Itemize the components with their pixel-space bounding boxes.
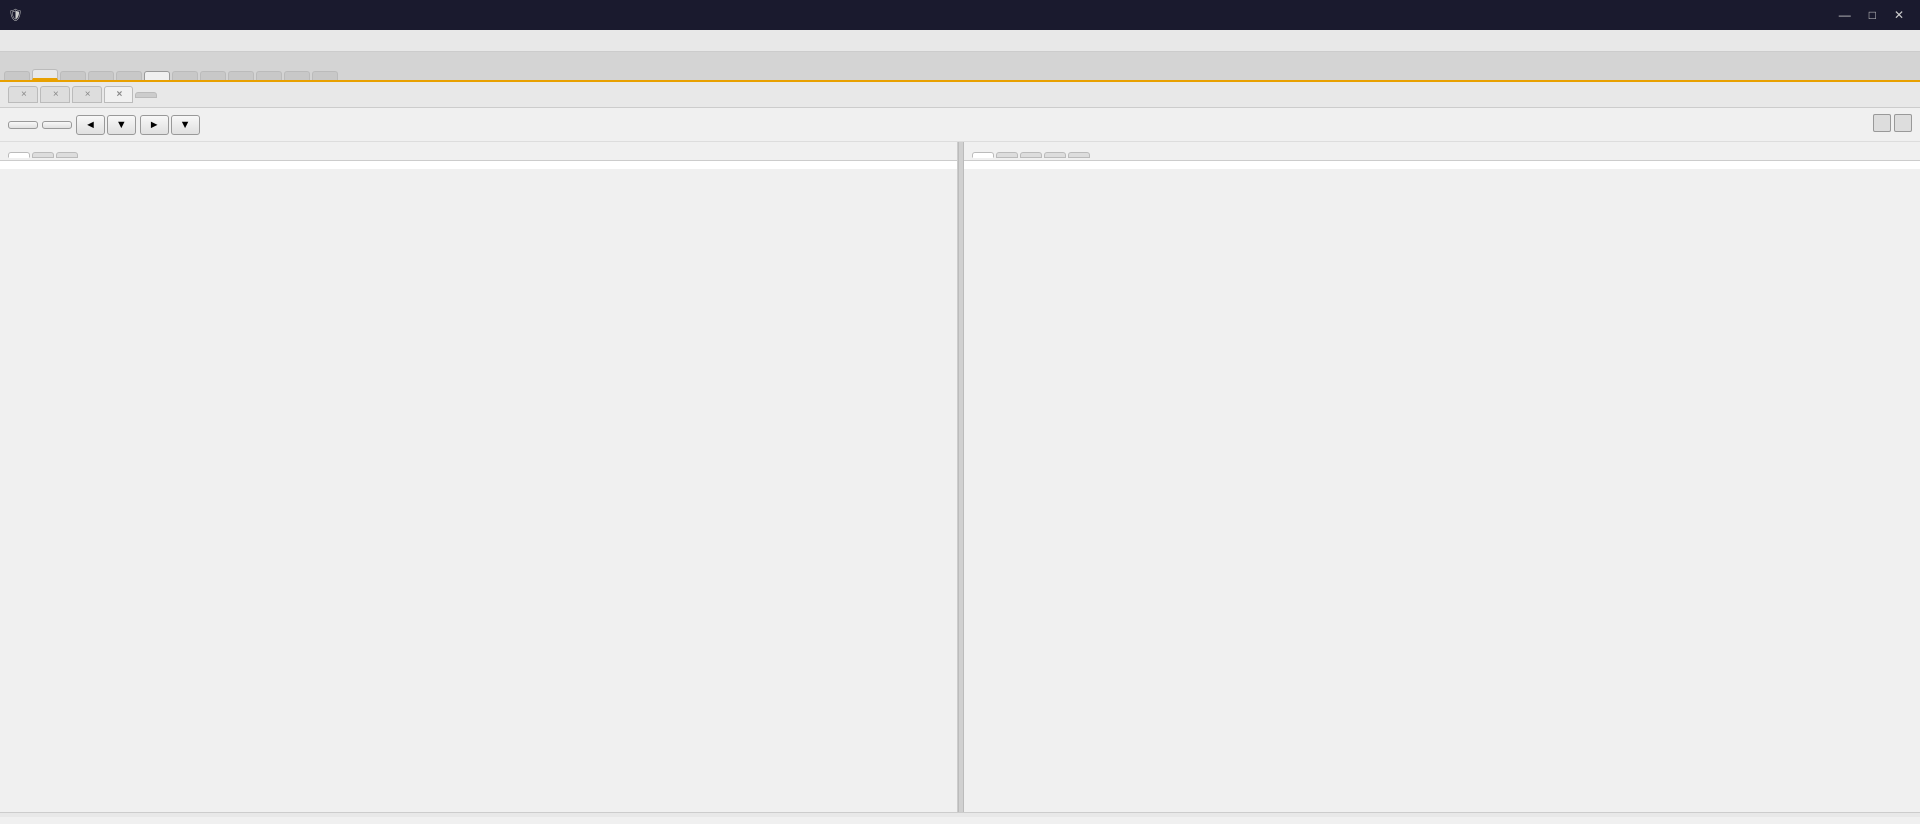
next-button[interactable]: ► [140, 115, 169, 135]
response-title [964, 142, 1920, 150]
menu-repeater[interactable] [36, 39, 52, 43]
menu-intruder[interactable] [20, 39, 36, 43]
app-icon: 🛡 [8, 8, 23, 23]
close-tab-1-icon[interactable]: × [21, 89, 27, 100]
tab-intruder[interactable] [116, 71, 142, 80]
title-bar: 🛡 — □ ✕ [0, 0, 1920, 30]
request-content-wrapper [0, 161, 957, 812]
main-tab-bar [0, 52, 1920, 82]
status-bar [0, 812, 1920, 817]
repeater-tab-1[interactable]: × [8, 86, 38, 103]
response-tab-html[interactable] [1044, 152, 1066, 158]
response-tabs [964, 150, 1920, 161]
tab-extender[interactable] [256, 71, 282, 80]
menu-help[interactable] [68, 39, 84, 43]
tab-spider[interactable] [60, 71, 86, 80]
window-controls[interactable]: — □ ✕ [1831, 6, 1912, 24]
menu-burp[interactable] [4, 39, 20, 43]
response-tab-hex[interactable] [1020, 152, 1042, 158]
content-area [0, 142, 1920, 812]
minimize-button[interactable]: — [1831, 6, 1859, 24]
menu-bar [0, 30, 1920, 52]
tab-repeater[interactable] [144, 71, 170, 80]
request-panel [0, 142, 958, 812]
help-icon[interactable] [1894, 114, 1912, 132]
target-info [1873, 114, 1912, 135]
close-tab-2-icon[interactable]: × [53, 89, 59, 100]
tab-alerts[interactable] [312, 71, 338, 80]
tab-options[interactable] [284, 71, 310, 80]
go-button[interactable] [8, 121, 38, 129]
tab-scanner[interactable] [88, 71, 114, 80]
cancel-button[interactable] [42, 121, 72, 129]
request-tab-raw[interactable] [8, 152, 30, 158]
response-tab-render[interactable] [1068, 152, 1090, 158]
prev-dropdown-button[interactable]: ▼ [107, 115, 136, 135]
next-dropdown-button[interactable]: ▼ [171, 115, 200, 135]
repeater-tab-4[interactable]: × [104, 86, 134, 103]
response-tab-headers[interactable] [996, 152, 1018, 158]
toolbar: ◄ ▼ ► ▼ [0, 108, 1920, 142]
request-tabs [0, 150, 957, 161]
response-content-wrapper [964, 161, 1920, 812]
request-tab-headers[interactable] [32, 152, 54, 158]
request-title [0, 142, 957, 150]
tab-sequencer[interactable] [172, 71, 198, 80]
repeater-tab-3[interactable]: × [72, 86, 102, 103]
menu-window[interactable] [52, 39, 68, 43]
tab-proxy[interactable] [32, 69, 58, 80]
repeater-tab-bar: × × × × [0, 82, 1920, 108]
close-button[interactable]: ✕ [1886, 6, 1912, 24]
edit-target-icon[interactable] [1873, 114, 1891, 132]
close-tab-3-icon[interactable]: × [85, 89, 91, 100]
tab-comparer[interactable] [228, 71, 254, 80]
close-tab-4-icon[interactable]: × [117, 89, 123, 100]
response-panel [964, 142, 1920, 812]
response-content[interactable] [964, 161, 1920, 169]
response-tab-raw[interactable] [972, 152, 994, 158]
tab-decoder[interactable] [200, 71, 226, 80]
maximize-button[interactable]: □ [1861, 6, 1884, 24]
repeater-tab-2[interactable]: × [40, 86, 70, 103]
tab-target[interactable] [4, 71, 30, 80]
prev-button[interactable]: ◄ [76, 115, 105, 135]
request-tab-hex[interactable] [56, 152, 78, 158]
repeater-tab-more[interactable] [135, 92, 157, 98]
request-content[interactable] [0, 161, 957, 169]
